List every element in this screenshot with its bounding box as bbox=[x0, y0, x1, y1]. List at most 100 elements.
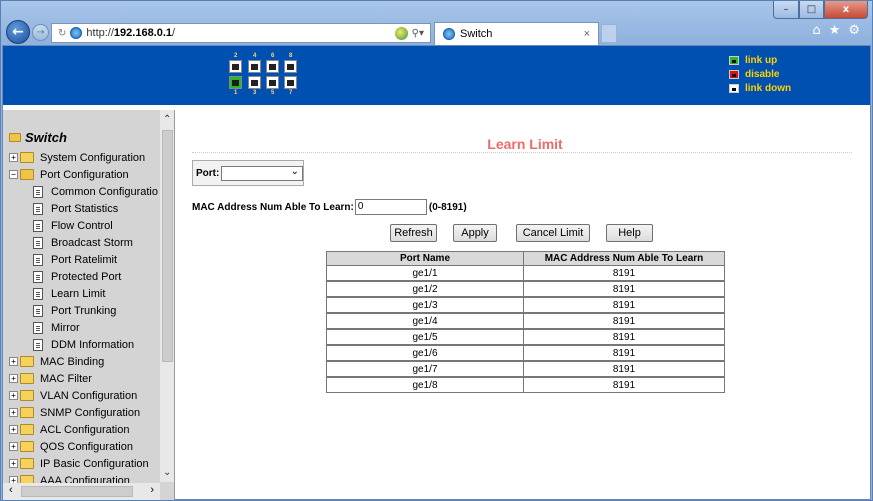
sidebar-item[interactable]: Flow Control bbox=[9, 217, 158, 234]
scroll-right-icon[interactable]: › bbox=[150, 484, 154, 496]
table-row: ge1/6 8191 bbox=[326, 345, 725, 361]
scroll-left-icon[interactable]: ‹ bbox=[9, 484, 13, 496]
gear-icon[interactable]: ⚙ bbox=[848, 23, 860, 38]
sidebar-item[interactable]: + MAC Filter bbox=[9, 370, 158, 387]
port-number: 8 bbox=[289, 53, 293, 59]
horizontal-scrollbar[interactable]: ‹ › bbox=[3, 483, 160, 500]
mac-limit-input[interactable]: 0 bbox=[354, 199, 427, 215]
expand-icon[interactable]: + bbox=[9, 153, 18, 162]
title-divider bbox=[192, 152, 852, 153]
collapse-icon[interactable]: − bbox=[9, 170, 18, 179]
title-bar: – □ x ← → ↻ http://192.168.0.1/ ⚲▾ Switc… bbox=[1, 1, 873, 45]
document-icon bbox=[33, 287, 43, 300]
sidebar-item[interactable]: Learn Limit bbox=[9, 285, 158, 302]
forward-button[interactable]: → bbox=[32, 24, 49, 41]
compatibility-icon[interactable] bbox=[395, 26, 408, 40]
port-6-icon[interactable] bbox=[266, 60, 279, 73]
port-panel: 2 4 6 8 1 3 5 7 bbox=[229, 53, 309, 99]
close-window-button[interactable]: x bbox=[824, 1, 868, 19]
sidebar-item[interactable]: + IP Basic Configuration bbox=[9, 455, 158, 472]
document-icon bbox=[33, 338, 43, 351]
expand-icon[interactable]: + bbox=[9, 391, 18, 400]
sidebar-item-label: QOS Configuration bbox=[40, 440, 133, 453]
scroll-thumb[interactable] bbox=[21, 486, 133, 497]
table-row: ge1/1 8191 bbox=[326, 265, 725, 281]
refresh-icon[interactable]: ↻ bbox=[58, 28, 66, 39]
sidebar-item-label: Protected Port bbox=[51, 270, 122, 283]
maximize-button[interactable]: □ bbox=[799, 1, 824, 19]
disable-icon bbox=[729, 70, 739, 79]
nav-tree: Switch + System Configuration − Port Config… bbox=[9, 130, 158, 489]
favorites-star-icon[interactable]: ★ bbox=[829, 23, 841, 38]
scroll-down-icon[interactable]: ⌄ bbox=[163, 467, 171, 478]
sidebar-item[interactable]: Protected Port bbox=[9, 268, 158, 285]
vertical-scrollbar[interactable]: ⌃ ⌄ bbox=[160, 110, 174, 482]
sidebar-item-label: Broadcast Storm bbox=[51, 236, 133, 249]
tree-root[interactable]: Switch bbox=[9, 130, 158, 145]
forward-arrow-icon: → bbox=[36, 27, 45, 38]
folder-icon bbox=[20, 373, 34, 384]
document-icon bbox=[33, 202, 43, 215]
sidebar-item[interactable]: DDM Information bbox=[9, 336, 158, 353]
port-number: 3 bbox=[253, 90, 257, 96]
expand-icon[interactable]: + bbox=[9, 374, 18, 383]
sidebar-item-label: DDM Information bbox=[51, 338, 135, 351]
window-controls: – □ x bbox=[773, 1, 868, 19]
sidebar-item-label: Port Trunking bbox=[51, 304, 117, 317]
minimize-button[interactable]: – bbox=[773, 1, 799, 19]
back-button[interactable]: ← bbox=[6, 20, 30, 44]
sidebar-item[interactable]: Port Ratelimit bbox=[9, 251, 158, 268]
port-number: 6 bbox=[271, 53, 275, 59]
sidebar-item[interactable]: + VLAN Configuration bbox=[9, 387, 158, 404]
folder-icon bbox=[20, 390, 34, 401]
scroll-up-icon[interactable]: ⌃ bbox=[163, 114, 171, 125]
url-text: http://192.168.0.1/ bbox=[86, 27, 176, 39]
apply-button[interactable]: Apply bbox=[453, 224, 497, 242]
port-legend: link up disable link down bbox=[729, 54, 791, 96]
home-icon[interactable]: ⌂ bbox=[812, 23, 820, 38]
sidebar-item[interactable]: − Port Configuration bbox=[9, 166, 158, 183]
help-button[interactable]: Help bbox=[606, 224, 653, 242]
sidebar-item[interactable]: + System Configuration bbox=[9, 149, 158, 166]
expand-icon[interactable]: + bbox=[9, 357, 18, 366]
expand-icon[interactable]: + bbox=[9, 459, 18, 468]
sidebar-item[interactable]: Port Trunking bbox=[9, 302, 158, 319]
expand-icon[interactable]: + bbox=[9, 425, 18, 434]
folder-open-icon bbox=[20, 169, 34, 180]
sidebar-item[interactable]: + ACL Configuration bbox=[9, 421, 158, 438]
sidebar-item-label: Port Ratelimit bbox=[51, 253, 118, 266]
sidebar-item[interactable]: Port Statistics bbox=[9, 200, 158, 217]
port-3-icon[interactable] bbox=[248, 76, 261, 89]
address-bar[interactable]: ↻ http://192.168.0.1/ ⚲▾ bbox=[51, 23, 431, 43]
browser-tab[interactable]: Switch × bbox=[434, 22, 599, 45]
expand-icon[interactable]: + bbox=[9, 442, 18, 451]
document-icon bbox=[33, 321, 43, 334]
port-4-icon[interactable] bbox=[248, 60, 261, 73]
switch-banner: 2 4 6 8 1 3 5 7 link up disable link dow… bbox=[3, 46, 870, 105]
sidebar-item[interactable]: + MAC Binding bbox=[9, 353, 158, 370]
port-5-icon[interactable] bbox=[266, 76, 279, 89]
port-select[interactable]: ⌄ bbox=[221, 165, 303, 181]
sidebar-item[interactable]: Mirror bbox=[9, 319, 158, 336]
sidebar-item[interactable]: + QOS Configuration bbox=[9, 438, 158, 455]
port-number: 4 bbox=[253, 53, 257, 59]
sidebar-item[interactable]: + SNMP Configuration bbox=[9, 404, 158, 421]
port-label: Port: bbox=[196, 167, 220, 179]
port-name-cell: ge1/3 bbox=[326, 297, 524, 313]
port-1-icon[interactable] bbox=[229, 76, 242, 89]
port-8-icon[interactable] bbox=[284, 60, 297, 73]
refresh-button[interactable]: Refresh bbox=[390, 224, 437, 242]
tab-close-icon[interactable]: × bbox=[584, 28, 590, 40]
cancel-limit-button[interactable]: Cancel Limit bbox=[516, 224, 590, 242]
search-icon[interactable]: ⚲▾ bbox=[412, 28, 424, 39]
port-2-icon[interactable] bbox=[229, 60, 242, 73]
scroll-thumb[interactable] bbox=[162, 130, 173, 362]
legend-disable: disable bbox=[729, 68, 791, 81]
new-tab-button[interactable] bbox=[601, 24, 617, 43]
expand-icon[interactable]: + bbox=[9, 408, 18, 417]
sidebar-item[interactable]: Broadcast Storm bbox=[9, 234, 158, 251]
port-7-icon[interactable] bbox=[284, 76, 297, 89]
page-title: Learn Limit bbox=[487, 136, 563, 152]
main-panel: Learn Limit Port: ⌄ MAC Address Num Able… bbox=[180, 110, 870, 500]
sidebar-item[interactable]: Common Configuratio bbox=[9, 183, 158, 200]
